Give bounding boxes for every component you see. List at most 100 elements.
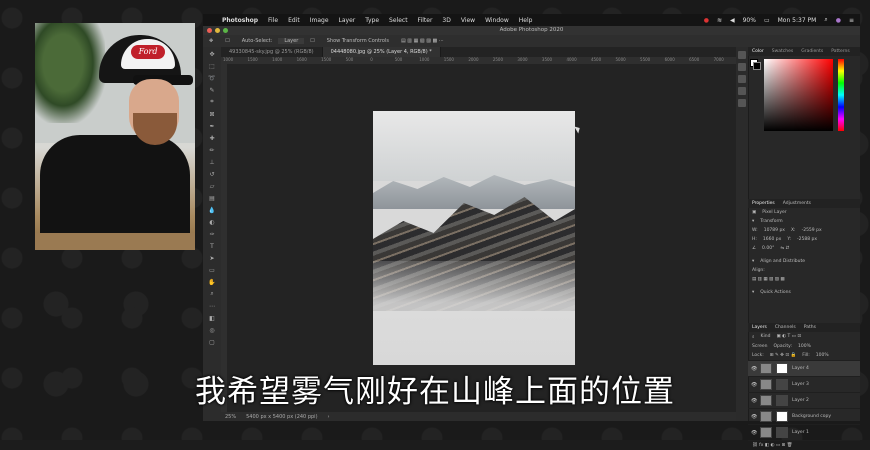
volume-icon[interactable]: ◀: [730, 17, 735, 24]
hand-tool-icon[interactable]: ✋: [206, 277, 218, 287]
eraser-tool-icon[interactable]: ▱: [206, 181, 218, 191]
minimize-window-button[interactable]: [215, 28, 220, 33]
blur-tool-icon[interactable]: 💧: [206, 205, 218, 215]
mountain-photo[interactable]: [373, 111, 575, 365]
move-tool-icon[interactable]: ✥: [203, 38, 219, 44]
quick-mask-icon[interactable]: ◎: [206, 325, 218, 335]
menu-list-icon[interactable]: ≡: [849, 17, 854, 24]
type-tool-icon[interactable]: T: [206, 241, 218, 251]
zoom-window-button[interactable]: [223, 28, 228, 33]
layer-mask-thumbnail[interactable]: [776, 427, 788, 438]
hue-slider[interactable]: [838, 59, 844, 131]
tab-channels[interactable]: Channels: [771, 325, 800, 330]
w-input[interactable]: 10789 px: [764, 228, 785, 233]
menu-photoshop[interactable]: Photoshop: [217, 17, 263, 24]
siri-icon[interactable]: ●: [836, 17, 841, 24]
brush-tool-icon[interactable]: ✏: [206, 145, 218, 155]
eye-icon[interactable]: 👁: [751, 414, 757, 420]
character-panel-icon[interactable]: [738, 75, 746, 83]
clock[interactable]: Mon 5:37 PM: [778, 17, 817, 24]
lasso-tool-icon[interactable]: ➰: [206, 73, 218, 83]
color-swatches-icon[interactable]: ◧: [206, 313, 218, 323]
tab-sky[interactable]: 49330845-sky.jpg @ 25% (RGB/8): [221, 47, 323, 57]
history-brush-icon[interactable]: ↺: [206, 169, 218, 179]
menu-window[interactable]: Window: [480, 17, 514, 24]
pen-tool-icon[interactable]: ✑: [206, 229, 218, 239]
menu-view[interactable]: View: [456, 17, 480, 24]
healing-tool-icon[interactable]: ✚: [206, 133, 218, 143]
zoom-level[interactable]: 25%: [225, 414, 236, 420]
eye-icon[interactable]: 👁: [751, 430, 757, 436]
layer-name[interactable]: Background copy: [792, 414, 831, 419]
x-input[interactable]: -2559 px: [802, 228, 822, 233]
angle-input[interactable]: 0.00°: [762, 246, 774, 251]
fill-input[interactable]: 100%: [816, 353, 829, 358]
kind-dropdown[interactable]: Kind: [761, 334, 771, 340]
tab-color[interactable]: Color: [748, 49, 768, 54]
tab-paths[interactable]: Paths: [800, 325, 820, 330]
background-color-swatch[interactable]: [753, 62, 761, 70]
document-info[interactable]: 5400 px x 5400 px (240 ppi): [246, 414, 317, 420]
history-panel-icon[interactable]: [738, 51, 746, 59]
battery-icon[interactable]: ▭: [764, 17, 770, 24]
layers-footer-icons[interactable]: ⛓ fx ◧ ◐ ▭ ⊞ 🗑: [752, 443, 792, 448]
menu-file[interactable]: File: [263, 17, 283, 24]
search-icon[interactable]: ⌕: [824, 16, 827, 24]
lock-icons[interactable]: ⊞ ✎ ✥ ⊡ 🔒: [770, 353, 796, 358]
tab-adjustments[interactable]: Adjustments: [779, 201, 815, 206]
align-buttons[interactable]: ▤ ▥ ▦ ▧ ▨ ▩: [752, 277, 785, 282]
auto-select-checkbox[interactable]: ☐: [219, 38, 235, 44]
paragraph-panel-icon[interactable]: [738, 87, 746, 95]
opacity-input[interactable]: 100%: [798, 344, 811, 349]
tab-layers[interactable]: Layers: [748, 325, 771, 330]
glyphs-panel-icon[interactable]: [738, 99, 746, 107]
dodge-tool-icon[interactable]: ◐: [206, 217, 218, 227]
stamp-tool-icon[interactable]: ⊥: [206, 157, 218, 167]
status-arrow-icon[interactable]: ›: [328, 414, 330, 420]
menu-layer[interactable]: Layer: [334, 17, 361, 24]
auto-select-dropdown[interactable]: Layer: [278, 38, 305, 44]
flip-icons[interactable]: ⇋ ⇵: [780, 246, 789, 251]
menu-help[interactable]: Help: [514, 17, 538, 24]
tab-swatches[interactable]: Swatches: [768, 49, 798, 54]
h-input[interactable]: 1660 px: [763, 237, 781, 242]
zoom-tool-icon[interactable]: ⌕: [206, 289, 218, 299]
blend-mode-dropdown[interactable]: Screen: [752, 344, 767, 349]
layer-row[interactable]: 👁 Layer 1: [748, 424, 860, 440]
marquee-tool-icon[interactable]: ⬚: [206, 61, 218, 71]
move-tool-icon[interactable]: ✥: [206, 49, 218, 59]
wifi-icon[interactable]: ≋: [717, 17, 722, 24]
close-window-button[interactable]: [207, 28, 212, 33]
gradient-tool-icon[interactable]: ▤: [206, 193, 218, 203]
align-buttons[interactable]: ▤ ▥ ▦ ▧ ▨ ▩ ⋯: [395, 38, 450, 44]
transform-header[interactable]: ▾ Transform: [748, 217, 860, 226]
menu-image[interactable]: Image: [305, 17, 334, 24]
menu-filter[interactable]: Filter: [413, 17, 438, 24]
crop-tool-icon[interactable]: ⌗: [206, 97, 218, 107]
tab-mountain[interactable]: 04448080.jpg @ 25% (Layer 4, RGB/8) *: [322, 47, 441, 57]
y-input[interactable]: -2588 px: [797, 237, 817, 242]
more-tools-icon[interactable]: ⋯: [206, 301, 218, 311]
layer-mask-thumbnail[interactable]: [776, 411, 788, 422]
menu-type[interactable]: Type: [360, 17, 384, 24]
path-select-icon[interactable]: ➤: [206, 253, 218, 263]
record-icon[interactable]: ●: [704, 17, 709, 24]
frame-tool-icon[interactable]: ⊠: [206, 109, 218, 119]
layer-name[interactable]: Layer 1: [792, 430, 809, 435]
shape-tool-icon[interactable]: ▭: [206, 265, 218, 275]
battery-text[interactable]: 90%: [743, 17, 756, 24]
color-field[interactable]: [764, 59, 833, 131]
tab-patterns[interactable]: Patterns: [827, 49, 854, 54]
tab-properties[interactable]: Properties: [748, 201, 779, 206]
eyedropper-tool-icon[interactable]: ✒: [206, 121, 218, 131]
quick-actions-header[interactable]: ▾ Quick Actions: [748, 288, 860, 297]
brush-panel-icon[interactable]: [738, 63, 746, 71]
filter-icons[interactable]: ▣ ◐ T ▭ ⊡: [776, 334, 801, 340]
show-transform-checkbox[interactable]: ☐: [304, 38, 320, 44]
align-header[interactable]: ▾ Align and Distribute: [748, 257, 860, 266]
screen-mode-icon[interactable]: ▢: [206, 337, 218, 347]
menu-select[interactable]: Select: [384, 17, 413, 24]
quick-select-tool-icon[interactable]: ✎: [206, 85, 218, 95]
tab-gradients[interactable]: Gradients: [797, 49, 827, 54]
menu-3d[interactable]: 3D: [437, 17, 455, 24]
